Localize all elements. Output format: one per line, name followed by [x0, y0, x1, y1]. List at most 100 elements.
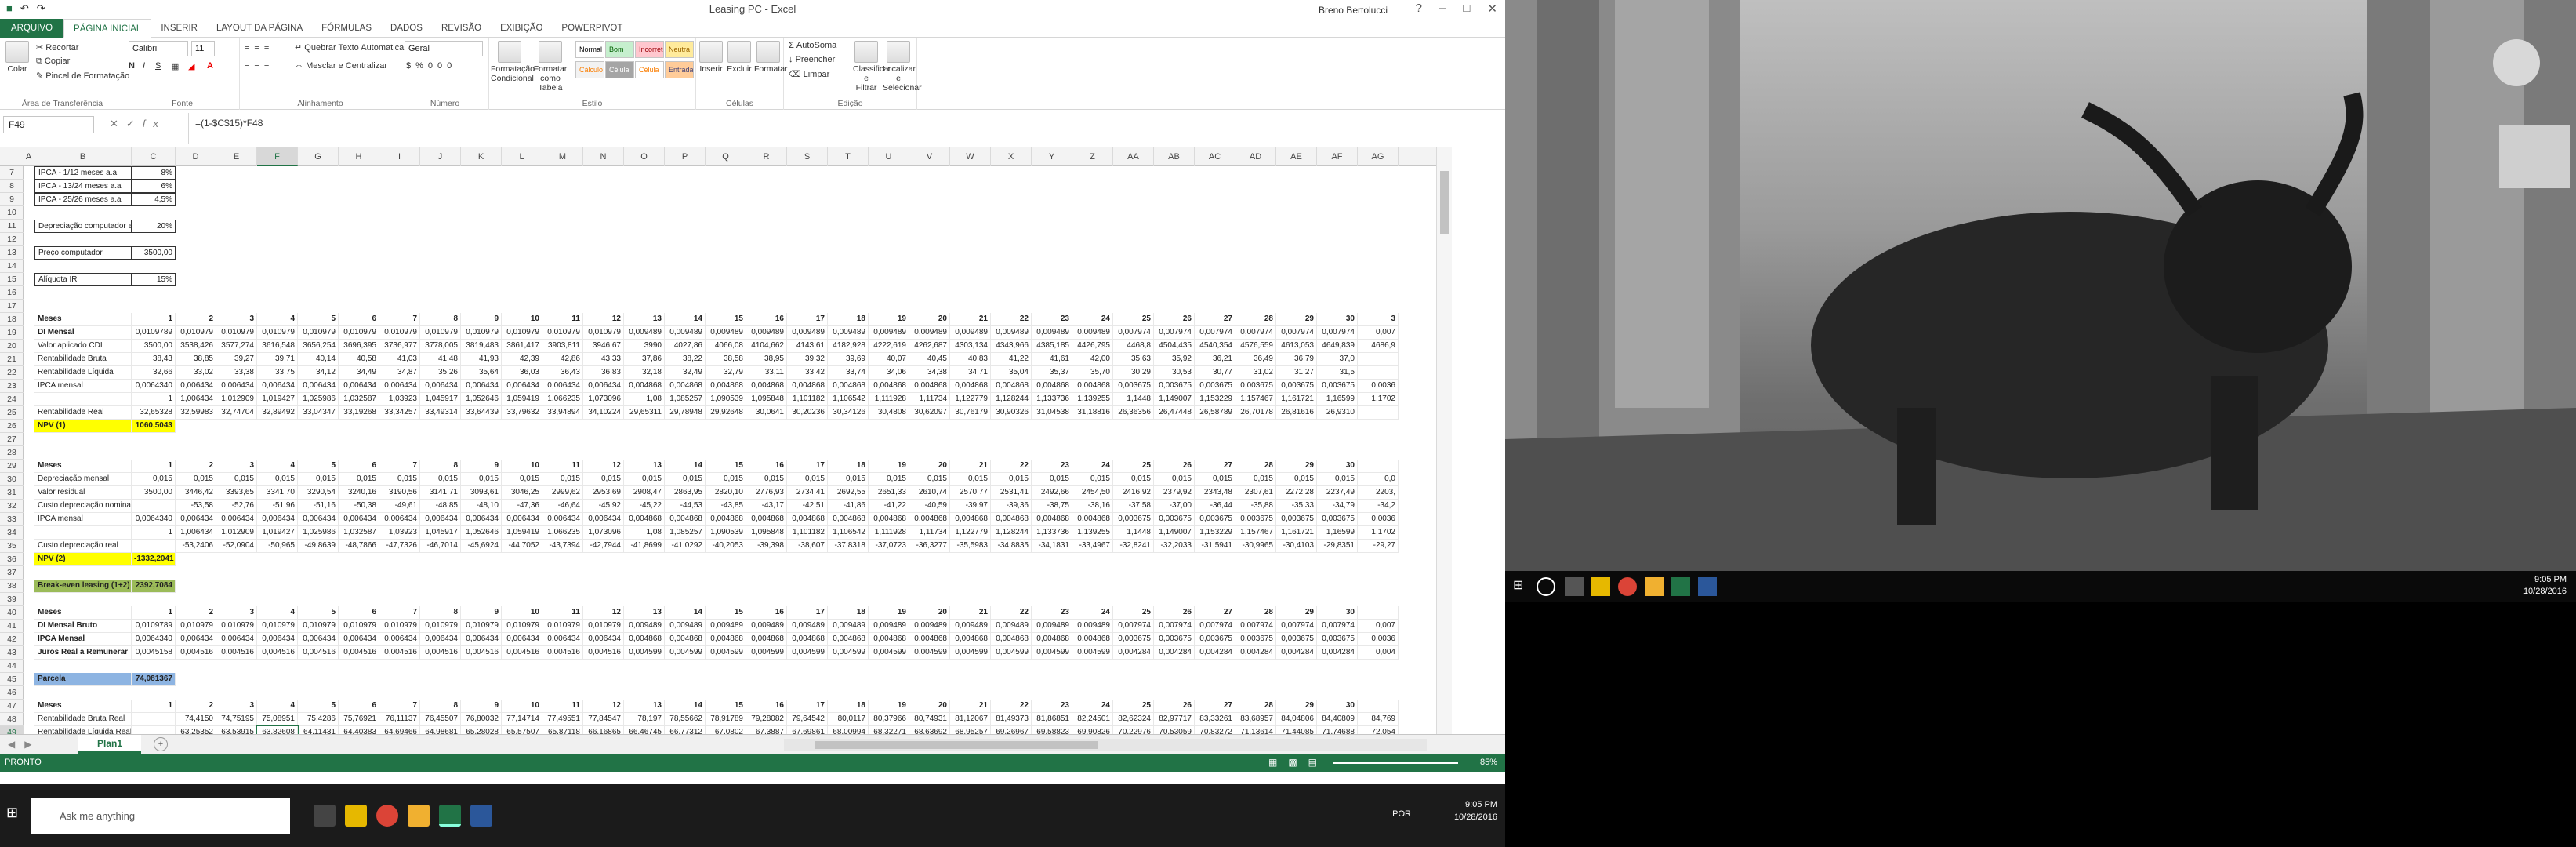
cell-m22[interactable]: 36,43: [542, 366, 583, 380]
cell-t34[interactable]: 1,106542: [828, 526, 869, 540]
cell-y22[interactable]: 35,37: [1032, 366, 1072, 380]
cell-l22[interactable]: 36,03: [502, 366, 542, 380]
cell-h49[interactable]: 64,40383: [339, 726, 379, 734]
cell-b30[interactable]: Depreciação mensal: [34, 473, 132, 486]
cell-i21[interactable]: 41,03: [379, 353, 420, 366]
cell-ab42[interactable]: 0,003675: [1154, 633, 1195, 646]
cell-ab21[interactable]: 35,92: [1154, 353, 1195, 366]
fx-icon[interactable]: fx: [143, 118, 166, 129]
row-header-30[interactable]: 30: [0, 473, 24, 486]
cell-c22[interactable]: 32,66: [132, 366, 176, 380]
cell-g47[interactable]: 5: [298, 700, 339, 713]
cell-u43[interactable]: 0,004599: [869, 646, 909, 660]
cell-r34[interactable]: 1,095848: [746, 526, 787, 540]
row-header-23[interactable]: 23: [0, 380, 24, 393]
cell-w24[interactable]: 1,122779: [950, 393, 991, 406]
cell-x35[interactable]: -34,8835: [991, 540, 1032, 553]
cell-l49[interactable]: 65,57507: [502, 726, 542, 734]
cell-u47[interactable]: 19: [869, 700, 909, 713]
cell-u19[interactable]: 0,009489: [869, 326, 909, 340]
cell-q25[interactable]: 29,92648: [706, 406, 746, 420]
cell-r47[interactable]: 16: [746, 700, 787, 713]
cell-i23[interactable]: 0,006434: [379, 380, 420, 393]
cell-ad42[interactable]: 0,003675: [1235, 633, 1276, 646]
cell-aa49[interactable]: 70,22976: [1113, 726, 1154, 734]
cell-v24[interactable]: 1,11734: [909, 393, 950, 406]
cell-x30[interactable]: 0,015: [991, 473, 1032, 486]
row-header-36[interactable]: 36: [0, 553, 24, 566]
excel-icon-2[interactable]: [1671, 577, 1690, 596]
cell-t30[interactable]: 0,015: [828, 473, 869, 486]
cell-af34[interactable]: 1,16599: [1317, 526, 1358, 540]
cell-l42[interactable]: 0,006434: [502, 633, 542, 646]
cell-m41[interactable]: 0,010979: [542, 620, 583, 633]
cell-p43[interactable]: 0,004599: [665, 646, 706, 660]
cell-o49[interactable]: 66,46745: [624, 726, 665, 734]
cell-x21[interactable]: 41,22: [991, 353, 1032, 366]
cell-p33[interactable]: 0,004868: [665, 513, 706, 526]
cell-s34[interactable]: 1,101182: [787, 526, 828, 540]
cell-l24[interactable]: 1,059419: [502, 393, 542, 406]
cell-y25[interactable]: 31,04538: [1032, 406, 1072, 420]
tab-layout-da-p-gina[interactable]: LAYOUT DA PÁGINA: [207, 19, 312, 38]
row-header-39[interactable]: 39: [0, 593, 24, 606]
cell-p32[interactable]: -44,53: [665, 500, 706, 513]
cell-af30[interactable]: 0,015: [1317, 473, 1358, 486]
row-header-8[interactable]: 8: [0, 180, 24, 193]
cell-ad19[interactable]: 0,007974: [1235, 326, 1276, 340]
cell-o40[interactable]: 13: [624, 606, 665, 620]
cell-c32[interactable]: [132, 500, 176, 513]
cell-y19[interactable]: 0,009489: [1032, 326, 1072, 340]
cell-o18[interactable]: 13: [624, 313, 665, 326]
cell-af25[interactable]: 26,9310: [1317, 406, 1358, 420]
cell-aa18[interactable]: 25: [1113, 313, 1154, 326]
cell-v23[interactable]: 0,004868: [909, 380, 950, 393]
cell-f18[interactable]: 4: [257, 313, 298, 326]
cell-f24[interactable]: 1,019427: [257, 393, 298, 406]
row-header-40[interactable]: 40: [0, 606, 24, 620]
cell-s23[interactable]: 0,004868: [787, 380, 828, 393]
formula-input[interactable]: =(1-$C$15)*F48: [188, 113, 1471, 144]
cell-o31[interactable]: 2908,47: [624, 486, 665, 500]
cell-ag19[interactable]: 0,007: [1358, 326, 1399, 340]
column-header-o[interactable]: O: [624, 147, 665, 166]
cell-e30[interactable]: 0,015: [216, 473, 257, 486]
column-header-l[interactable]: L: [502, 147, 542, 166]
cell-o41[interactable]: 0,009489: [624, 620, 665, 633]
cell-f30[interactable]: 0,015: [257, 473, 298, 486]
cell-c25[interactable]: 32,65328: [132, 406, 176, 420]
cell-ac35[interactable]: -31,5941: [1195, 540, 1235, 553]
cell-x40[interactable]: 22: [991, 606, 1032, 620]
cell-j49[interactable]: 64,98681: [420, 726, 461, 734]
tab-p-gina-inicial[interactable]: PÁGINA INICIAL: [63, 19, 152, 38]
format-painter-button[interactable]: ✎ Pincel de Formatação: [36, 71, 129, 81]
cell-p23[interactable]: 0,004868: [665, 380, 706, 393]
column-header-g[interactable]: G: [298, 147, 339, 166]
cell-x25[interactable]: 30,90326: [991, 406, 1032, 420]
cell-ac24[interactable]: 1,153229: [1195, 393, 1235, 406]
cell-f23[interactable]: 0,006434: [257, 380, 298, 393]
cell-b35[interactable]: Custo depreciação real: [34, 540, 132, 553]
cell-b7[interactable]: IPCA - 1/12 meses a.a: [34, 166, 132, 180]
cell-d30[interactable]: 0,015: [176, 473, 216, 486]
cell-c49[interactable]: [132, 726, 176, 734]
cell-z43[interactable]: 0,004599: [1072, 646, 1113, 660]
horizontal-scroll-thumb[interactable]: [815, 741, 1098, 749]
cell-n22[interactable]: 36,83: [583, 366, 624, 380]
row-header-48[interactable]: 48: [0, 713, 24, 726]
cell-v19[interactable]: 0,009489: [909, 326, 950, 340]
cell-m34[interactable]: 1,066235: [542, 526, 583, 540]
row-header-38[interactable]: 38: [0, 580, 24, 593]
cell-n35[interactable]: -42,7944: [583, 540, 624, 553]
cell-p40[interactable]: 14: [665, 606, 706, 620]
column-header-z[interactable]: Z: [1072, 147, 1113, 166]
cell-ae41[interactable]: 0,007974: [1276, 620, 1317, 633]
cell-s30[interactable]: 0,015: [787, 473, 828, 486]
cell-c9[interactable]: 4,5%: [132, 193, 176, 206]
cell-n49[interactable]: 66,16865: [583, 726, 624, 734]
column-header-u[interactable]: U: [869, 147, 909, 166]
cell-n24[interactable]: 1,073096: [583, 393, 624, 406]
cell-m40[interactable]: 11: [542, 606, 583, 620]
cell-r42[interactable]: 0,004868: [746, 633, 787, 646]
cell-ac34[interactable]: 1,153229: [1195, 526, 1235, 540]
